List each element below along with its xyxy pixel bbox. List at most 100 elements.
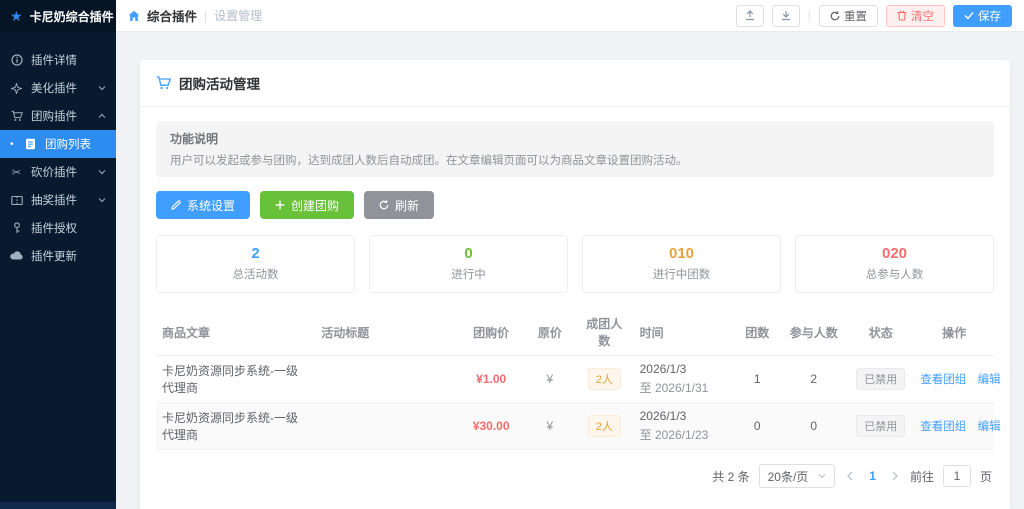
stat-total-activities: 2 总活动数 bbox=[156, 235, 355, 293]
next-page-button[interactable] bbox=[889, 471, 901, 481]
stat-in-progress: 0 进行中 bbox=[369, 235, 568, 293]
plus-icon bbox=[275, 200, 285, 210]
goto-page-input[interactable] bbox=[943, 465, 971, 487]
export-button[interactable] bbox=[736, 5, 764, 27]
breadcrumb-current[interactable]: 设置管理 bbox=[214, 7, 262, 24]
home-icon bbox=[128, 10, 140, 22]
time-end: 至 2026/1/23 bbox=[640, 426, 729, 443]
goto-page-suffix: 页 bbox=[980, 468, 992, 485]
stat-value: 0 bbox=[370, 245, 567, 262]
upload-icon bbox=[745, 10, 755, 21]
app-title: 卡尼奶综合插件 bbox=[30, 8, 114, 25]
sidebar-item-lottery-plugin[interactable]: 抽奖插件 bbox=[0, 186, 116, 214]
sidebar-item-groupbuy-plugin[interactable]: 团购插件 bbox=[0, 102, 116, 130]
sidebar-item-bargain-plugin[interactable]: ✂ 砍价插件 bbox=[0, 158, 116, 186]
cart-icon bbox=[156, 76, 171, 90]
cell-group-price: ¥30.00 bbox=[458, 413, 525, 439]
notice-title: 功能说明 bbox=[170, 130, 980, 147]
info-icon bbox=[10, 54, 23, 66]
cell-group-price: ¥1.00 bbox=[458, 366, 525, 392]
sidebar-item-plugin-update[interactable]: 插件更新 bbox=[0, 242, 116, 270]
cloud-upload-icon bbox=[10, 251, 23, 261]
sidebar-item-label: 插件详情 bbox=[31, 52, 106, 68]
column-header: 活动标题 bbox=[315, 318, 457, 347]
page-number-1[interactable]: 1 bbox=[865, 469, 880, 483]
sidebar-item-label: 插件更新 bbox=[31, 248, 106, 264]
topbar-actions: | 重置 清空 保存 bbox=[736, 5, 1012, 27]
sidebar-item-label: 团购列表 bbox=[45, 136, 106, 152]
chevron-down-icon bbox=[98, 196, 106, 204]
breadcrumb-separator: | bbox=[204, 9, 207, 23]
stat-total-participants: 020 总参与人数 bbox=[795, 235, 994, 293]
cell-status: 已禁用 bbox=[847, 362, 914, 396]
topbar: 综合插件 | 设置管理 | bbox=[116, 0, 1024, 32]
cell-actions: 查看团组 编辑 bbox=[914, 365, 994, 393]
group-size-badge: 2人 bbox=[588, 368, 621, 390]
view-groups-link[interactable]: 查看团组 bbox=[920, 374, 966, 386]
pagination: 共 2 条 20条/页 1 bbox=[156, 450, 994, 502]
sidebar-item-beautify-plugin[interactable]: 美化插件 bbox=[0, 74, 116, 102]
system-settings-button[interactable]: 系统设置 bbox=[156, 191, 250, 219]
column-header: 操作 bbox=[914, 318, 994, 347]
clear-button[interactable]: 清空 bbox=[886, 5, 945, 27]
edit-link[interactable]: 编辑 bbox=[978, 421, 1001, 433]
trash-icon bbox=[897, 10, 907, 21]
sidebar-item-label: 团购插件 bbox=[31, 108, 90, 124]
reset-button[interactable]: 重置 bbox=[819, 5, 878, 27]
chevron-up-icon bbox=[98, 112, 106, 120]
clear-label: 清空 bbox=[911, 8, 934, 24]
refresh-button[interactable]: 刷新 bbox=[364, 191, 434, 219]
sidebar-item-label: 抽奖插件 bbox=[31, 192, 90, 208]
goto-label: 前往 bbox=[910, 468, 934, 485]
prev-page-button[interactable] bbox=[844, 471, 856, 481]
document-icon bbox=[24, 138, 37, 150]
table-row: 卡尼奶资源同步系统-一级代理商 ¥30.00 ¥ 2人 2026/1/3 至 2… bbox=[156, 403, 994, 450]
edit-link[interactable]: 编辑 bbox=[978, 374, 1001, 386]
cell-time: 2026/1/3 至 2026/1/23 bbox=[634, 403, 735, 449]
page-title: 团购活动管理 bbox=[179, 73, 260, 93]
magic-icon bbox=[10, 83, 23, 94]
chevron-down-icon bbox=[98, 84, 106, 92]
save-button[interactable]: 保存 bbox=[953, 5, 1012, 27]
groupbuy-table: 商品文章 活动标题 团购价 原价 成团人数 时间 团数 参与人数 状态 操作 bbox=[156, 309, 994, 450]
sidebar-scrollbar[interactable] bbox=[0, 502, 116, 509]
column-header: 参与人数 bbox=[780, 318, 847, 347]
column-header: 原价 bbox=[525, 318, 575, 347]
cell-original-price: ¥ bbox=[525, 413, 575, 439]
page-size-value: 20条/页 bbox=[768, 468, 809, 485]
sidebar-item-plugin-details[interactable]: 插件详情 bbox=[0, 46, 116, 74]
breadcrumb: 综合插件 | 设置管理 bbox=[128, 6, 262, 25]
view-groups-link[interactable]: 查看团组 bbox=[920, 421, 966, 433]
create-group-label: 创建团购 bbox=[291, 197, 339, 214]
breadcrumb-root[interactable]: 综合插件 bbox=[147, 6, 197, 25]
column-header: 商品文章 bbox=[156, 318, 315, 347]
chevron-down-icon bbox=[98, 168, 106, 176]
cell-actions: 查看团组 编辑 bbox=[914, 412, 994, 440]
content-area: 团购活动管理 功能说明 用户可以发起或参与团购，达到成团人数后自动成团。在文章编… bbox=[116, 32, 1024, 509]
refresh-icon bbox=[379, 200, 389, 210]
cell-time: 2026/1/3 至 2026/1/31 bbox=[634, 356, 735, 402]
cell-groups: 0 bbox=[734, 413, 780, 439]
status-badge: 已禁用 bbox=[856, 415, 905, 437]
stat-value: 2 bbox=[157, 245, 354, 262]
chevron-down-icon bbox=[818, 472, 826, 480]
sidebar: ★ 卡尼奶综合插件 插件详情 美化插件 bbox=[0, 0, 116, 509]
sidebar-item-plugin-license[interactable]: 插件授权 bbox=[0, 214, 116, 242]
pencil-icon bbox=[171, 200, 181, 210]
sidebar-item-label: 砍价插件 bbox=[31, 164, 90, 180]
sidebar-item-groupbuy-list[interactable]: • 团购列表 bbox=[0, 130, 116, 158]
create-group-button[interactable]: 创建团购 bbox=[260, 191, 354, 219]
stat-active-groups: 010 进行中团数 bbox=[582, 235, 781, 293]
import-button[interactable] bbox=[772, 5, 800, 27]
sidebar-item-label: 插件授权 bbox=[31, 220, 106, 236]
cell-status: 已禁用 bbox=[847, 409, 914, 443]
groupbuy-management-card: 团购活动管理 功能说明 用户可以发起或参与团购，达到成团人数后自动成团。在文章编… bbox=[140, 60, 1010, 509]
column-header: 成团人数 bbox=[575, 309, 634, 355]
cell-participants: 0 bbox=[780, 413, 847, 439]
refresh-label: 刷新 bbox=[395, 197, 419, 214]
column-header: 时间 bbox=[634, 318, 735, 347]
page-size-select[interactable]: 20条/页 bbox=[759, 464, 836, 488]
notice-box: 功能说明 用户可以发起或参与团购，达到成团人数后自动成团。在文章编辑页面可以为商… bbox=[156, 121, 994, 177]
stat-label: 总参与人数 bbox=[796, 266, 993, 282]
time-start: 2026/1/3 bbox=[640, 362, 729, 376]
